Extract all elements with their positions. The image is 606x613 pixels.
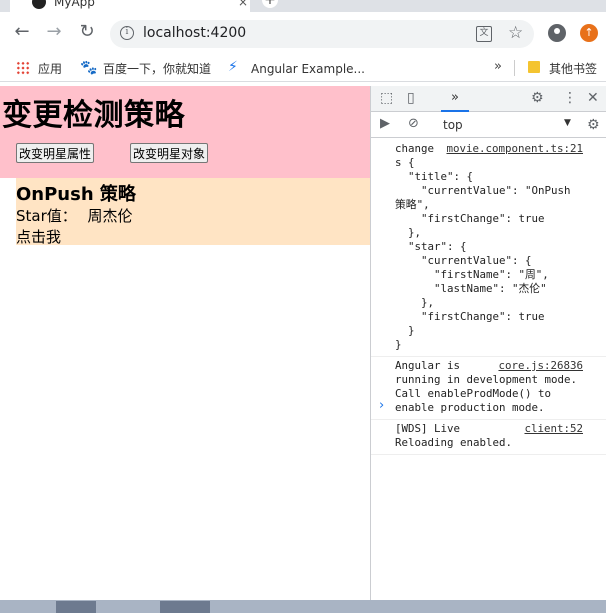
console-source-link[interactable]: core.js:26836 <box>498 359 583 373</box>
star-value-label: Star值： <box>16 207 77 225</box>
forward-arrow-icon[interactable]: → <box>43 21 65 43</box>
taskbar-item[interactable] <box>160 601 210 613</box>
angular-favicon-icon <box>32 0 46 9</box>
bookmarks-bar: 应用 🐾 百度一下，你就知道 ⚡ Angular Example... » 其他… <box>0 54 606 82</box>
parent-component: 变更检测策略 改变明星属性 改变明星对象 <box>0 86 370 178</box>
baidu-paw-icon: 🐾 <box>80 60 98 76</box>
reload-icon[interactable]: ↻ <box>76 21 98 43</box>
kebab-menu-icon[interactable]: ⋮ <box>563 90 577 106</box>
child-title: OnPush 策略 <box>16 184 136 205</box>
bookmark-baidu[interactable]: 百度一下，你就知道 <box>103 60 211 78</box>
tab-strip: MyApp × + <box>0 0 606 12</box>
browser-tab[interactable]: MyApp × <box>10 0 250 12</box>
tab-title: MyApp <box>54 0 95 9</box>
star-value: 周杰伦 <box>87 207 133 225</box>
settings-gear-icon[interactable]: ⚙ <box>531 90 544 106</box>
browser-toolbar: ← → ↻ i localhost:4200 文 ☆ ↑ <box>0 12 606 54</box>
page-viewport: 变更检测策略 改变明星属性 改变明星对象 OnPush 策略 Star值： 周杰… <box>0 86 370 600</box>
back-arrow-icon[interactable]: ← <box>11 21 33 43</box>
extension-icon[interactable]: ↑ <box>580 24 598 42</box>
inspect-element-icon[interactable]: ⬚ <box>380 90 393 106</box>
change-star-property-button[interactable]: 改变明星属性 <box>16 143 95 163</box>
console-source-link[interactable]: client:52 <box>524 422 583 436</box>
angular-bolt-icon: ⚡ <box>228 59 238 75</box>
console-source-link[interactable]: movie.component.ts:21 <box>446 142 583 156</box>
bookmark-star-icon[interactable]: ☆ <box>508 23 523 43</box>
context-selector[interactable]: top <box>443 118 463 132</box>
taskbar-item[interactable] <box>56 601 96 613</box>
tab-close-icon[interactable]: × <box>238 0 248 9</box>
folder-icon <box>528 61 540 73</box>
new-tab-button[interactable]: + <box>262 0 278 8</box>
devtools-panel: ⬚ ▯ » ⚙ ⋮ ✕ ▶ ⊘ top ▼ ⚙ change s { "titl… <box>370 86 606 600</box>
star-value-line: Star值： 周杰伦 <box>16 205 133 226</box>
more-tabs-button[interactable]: » <box>441 86 469 112</box>
devtools-tabbar: ⬚ ▯ » ⚙ ⋮ ✕ <box>371 86 606 112</box>
url-text[interactable]: localhost:4200 <box>143 25 246 41</box>
device-toolbar-icon[interactable]: ▯ <box>407 90 415 106</box>
bookmarks-more-button[interactable]: » <box>494 59 502 74</box>
site-info-icon[interactable]: i <box>120 26 134 40</box>
address-bar[interactable]: i localhost:4200 文 ☆ <box>110 20 534 48</box>
context-dropdown-icon[interactable]: ▼ <box>564 118 571 128</box>
onpush-child-component: OnPush 策略 Star值： 周杰伦 点击我 <box>16 178 370 247</box>
bookmark-apps[interactable]: 应用 <box>38 60 62 78</box>
console-output: change s { "title": { "currentValue": "O… <box>371 140 606 455</box>
bookmarks-divider <box>514 60 515 76</box>
close-devtools-icon[interactable]: ✕ <box>587 90 599 106</box>
other-bookmarks[interactable]: 其他书签 <box>549 60 597 78</box>
apps-grid-icon[interactable] <box>16 61 30 75</box>
translate-icon[interactable]: 文 <box>476 26 492 42</box>
console-message-text: change s { "title": { "currentValue": "O… <box>395 142 571 351</box>
console-prompt[interactable]: › <box>379 398 384 413</box>
console-toolbar: ▶ ⊘ top ▼ ⚙ <box>371 112 606 138</box>
sidebar-toggle-icon[interactable]: ▶ <box>380 116 390 131</box>
click-me-text[interactable]: 点击我 <box>16 226 61 247</box>
change-star-object-button[interactable]: 改变明星对象 <box>130 143 209 163</box>
account-icon[interactable] <box>548 24 566 42</box>
clear-console-icon[interactable]: ⊘ <box>408 116 419 131</box>
console-message: change s { "title": { "currentValue": "O… <box>371 140 606 357</box>
os-taskbar <box>0 600 606 613</box>
console-settings-icon[interactable]: ⚙ <box>587 117 600 133</box>
bookmark-angular-example[interactable]: Angular Example... <box>251 60 365 78</box>
console-message: Angular is running in development mode. … <box>371 357 606 420</box>
console-message: [WDS] Live Reloading enabled. client:52 <box>371 420 606 455</box>
page-title: 变更检测策略 <box>2 98 185 133</box>
